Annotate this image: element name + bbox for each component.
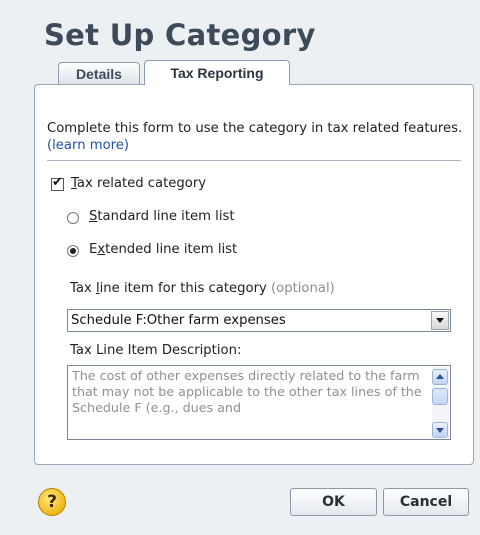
checkmark-icon: ✔ — [52, 175, 63, 190]
description-scrollbar[interactable] — [432, 367, 449, 438]
scroll-down-button[interactable] — [432, 422, 448, 438]
tax-related-checkbox[interactable]: ✔ — [51, 175, 64, 191]
chevron-down-icon — [436, 318, 444, 323]
description-label: Tax Line Item Description: — [70, 343, 242, 358]
scroll-up-button[interactable] — [432, 369, 448, 385]
tax-line-selected-value: Schedule F:Other farm expenses — [71, 313, 286, 328]
ok-button[interactable]: OK — [290, 488, 377, 516]
help-question-icon[interactable]: ? — [38, 488, 66, 516]
dropdown-arrow-button[interactable] — [431, 311, 449, 330]
tab-details[interactable]: Details — [58, 62, 140, 84]
tab-tax-reporting[interactable]: Tax Reporting — [144, 60, 290, 85]
tax-related-label[interactable]: Tax related category — [71, 176, 206, 191]
standard-list-label[interactable]: Standard line item list — [89, 209, 235, 224]
radio-selected-dot — [70, 248, 76, 254]
arrow-up-icon — [436, 374, 444, 379]
intro-text: Complete this form to use the category i… — [47, 120, 467, 154]
dialog-title: Set Up Category — [44, 18, 316, 52]
description-text: The cost of other expenses directly rela… — [72, 368, 422, 415]
scroll-thumb[interactable] — [432, 388, 448, 405]
tax-line-label: Tax line item for this category (optiona… — [70, 281, 335, 296]
separator — [47, 160, 461, 161]
intro-description: Complete this form to use the category i… — [47, 121, 463, 136]
arrow-down-icon — [436, 428, 444, 433]
extended-list-radio[interactable] — [67, 245, 79, 257]
tax-line-select[interactable]: Schedule F:Other farm expenses — [67, 309, 451, 332]
learn-more-link[interactable]: (learn more) — [47, 138, 129, 153]
cancel-button[interactable]: Cancel — [383, 488, 469, 516]
extended-list-label[interactable]: Extended line item list — [89, 242, 237, 257]
description-textarea[interactable]: The cost of other expenses directly rela… — [67, 365, 451, 440]
standard-list-radio[interactable] — [67, 212, 79, 224]
